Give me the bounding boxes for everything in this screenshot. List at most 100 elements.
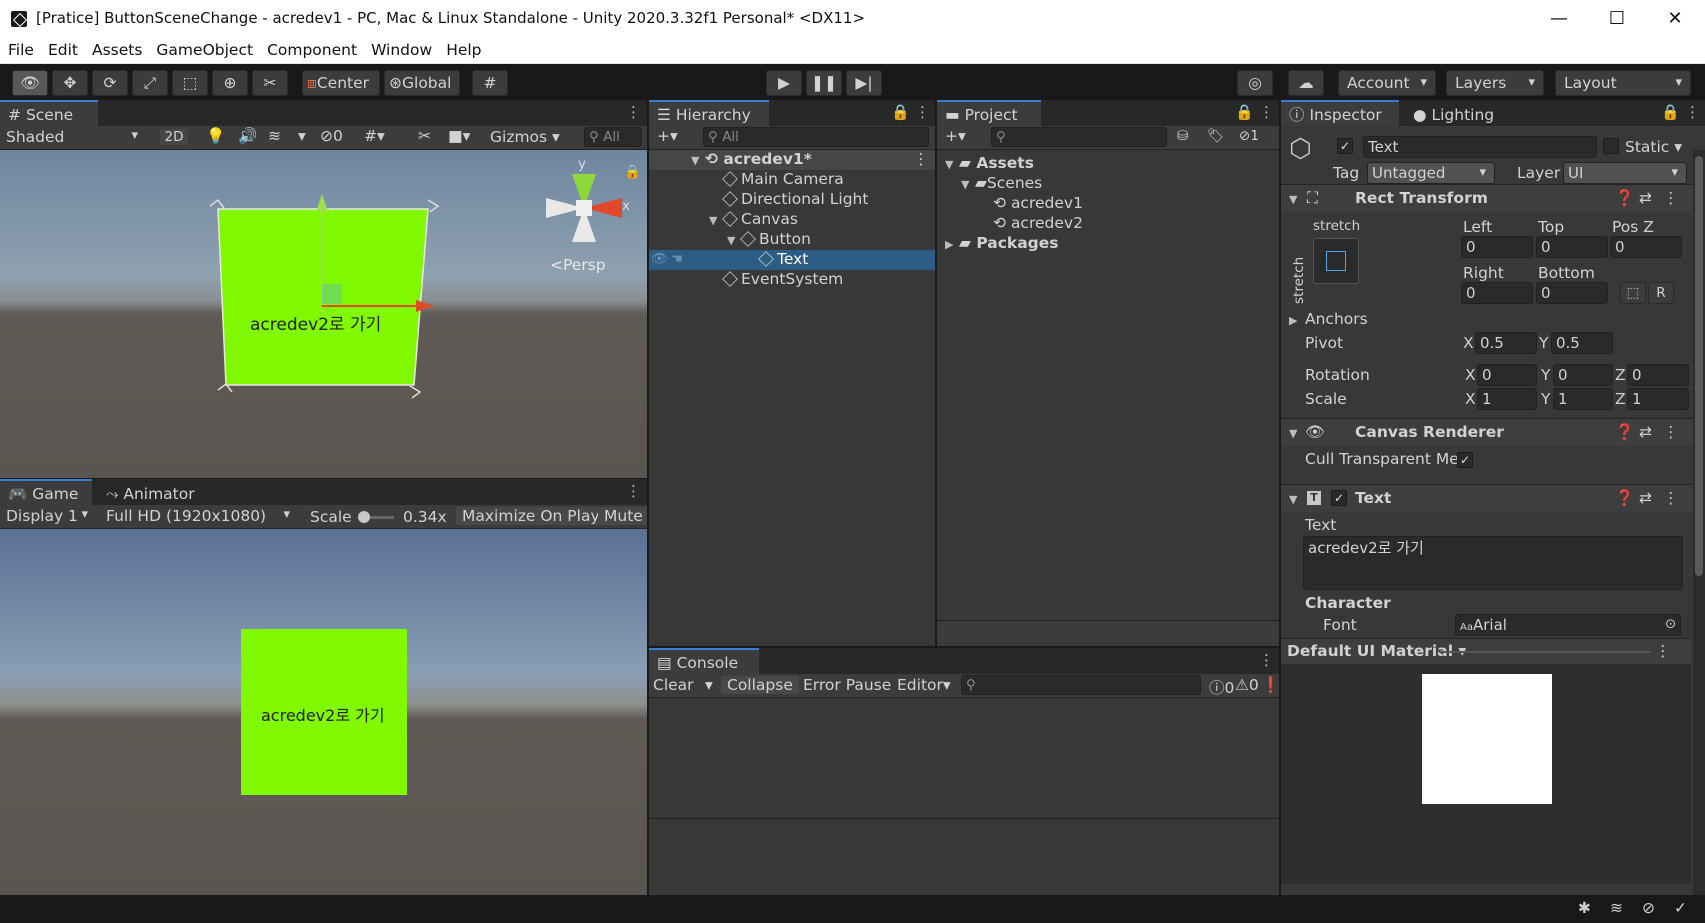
maximize-on-play-toggle[interactable]: Maximize On Play xyxy=(456,507,606,525)
bug-report-icon[interactable]: ✱ xyxy=(1578,899,1591,917)
pickable-hand-icon[interactable]: ☚ xyxy=(671,251,683,267)
posz-input[interactable]: 0 xyxy=(1610,236,1682,258)
hierarchy-row[interactable]: ▼ Button xyxy=(649,230,935,250)
expand-arrow-icon[interactable]: ▼ xyxy=(727,234,735,247)
mute-toggle[interactable]: Mute xyxy=(598,507,647,525)
clear-options-dropdown-icon[interactable]: ▾ xyxy=(705,676,713,694)
scene-search-input[interactable]: ⚲ All xyxy=(584,127,642,147)
scene-menu-icon[interactable]: ⋮ xyxy=(626,103,641,121)
hierarchy-row[interactable]: Main Camera xyxy=(649,170,935,190)
scale-x-input[interactable]: 1 xyxy=(1477,388,1537,410)
collapse-arrow-icon[interactable]: ▼ xyxy=(1289,193,1297,206)
gameobject-active-checkbox[interactable]: ✓ xyxy=(1337,138,1353,154)
play-button[interactable]: ▶ xyxy=(766,70,802,96)
hidden-packages-icon[interactable]: ⊘1 xyxy=(1239,128,1259,144)
info-filter-toggle[interactable]: ⓘ0 xyxy=(1209,676,1234,698)
inspector-lock-icon[interactable]: 🔒 xyxy=(1661,103,1680,121)
rotation-z-input[interactable]: 0 xyxy=(1627,364,1689,386)
menu-window[interactable]: Window xyxy=(363,38,438,59)
inspector-menu-icon[interactable]: ⋮ xyxy=(1685,103,1700,121)
component-menu-icon[interactable]: ⋮ xyxy=(1663,189,1679,207)
gameobject-name-input[interactable]: Text xyxy=(1363,136,1597,158)
rect-tool-icon[interactable]: ⬚ xyxy=(172,70,208,96)
top-input[interactable]: 0 xyxy=(1536,236,1608,258)
tools-icon[interactable]: ✂ xyxy=(418,127,431,145)
hierarchy-search-input[interactable]: ⚲ All xyxy=(703,127,929,147)
visibility-eye-icon[interactable]: 👁 xyxy=(651,251,668,267)
minimize-button[interactable]: — xyxy=(1530,0,1588,38)
warning-filter-toggle[interactable]: ⚠0 xyxy=(1235,676,1259,694)
project-create-button[interactable]: +▾ xyxy=(945,127,966,145)
project-folder-row[interactable]: ▶ ▰ Packages xyxy=(937,234,1279,254)
grid-snap-icon[interactable]: # xyxy=(472,70,508,96)
move-tool-icon[interactable]: ✥ xyxy=(52,70,88,96)
canvas-renderer-header[interactable]: ▼ 👁 Canvas Renderer ❓ ⇄ ⋮ xyxy=(1281,418,1705,446)
rect-handle-tl[interactable] xyxy=(209,198,225,209)
rect-transform-header[interactable]: ▼ ⛶ Rect Transform ❓ ⇄ ⋮ xyxy=(1281,184,1705,212)
rotate-tool-icon[interactable]: ⟳ xyxy=(92,70,128,96)
camera-icon[interactable]: ■▾ xyxy=(448,127,470,145)
tab-project[interactable]: ▬ Project xyxy=(937,100,1041,126)
menu-edit[interactable]: Edit xyxy=(40,38,84,59)
expand-arrow-icon[interactable]: ▼ xyxy=(961,178,969,191)
scale-y-input[interactable]: 1 xyxy=(1553,388,1613,410)
expand-arrow-icon[interactable]: ▼ xyxy=(945,158,953,171)
layout-dropdown[interactable]: Layout xyxy=(1555,70,1691,96)
2d-toggle[interactable]: 2D xyxy=(160,129,188,145)
custom-tool-icon[interactable]: ✂ xyxy=(252,70,288,96)
lighting-toggle-icon[interactable]: 💡 xyxy=(206,127,225,145)
menu-help[interactable]: Help xyxy=(438,38,487,59)
tag-dropdown[interactable]: Untagged xyxy=(1367,162,1495,184)
cull-transparent-checkbox[interactable]: ✓ xyxy=(1457,452,1473,468)
move-plane-handle[interactable] xyxy=(322,284,342,304)
static-dropdown[interactable]: Static ▾ xyxy=(1625,138,1682,156)
move-x-handle[interactable] xyxy=(416,300,434,312)
console-search-input[interactable]: ⚲ xyxy=(961,675,1201,695)
hierarchy-lock-icon[interactable]: 🔒 xyxy=(891,103,910,121)
auto-generate-lighting-icon[interactable]: ⊘ xyxy=(1642,899,1655,917)
project-lock-icon[interactable]: 🔒 xyxy=(1235,103,1254,121)
hierarchy-row[interactable]: EventSystem xyxy=(649,270,935,290)
tab-animator[interactable]: ⤳ Animator xyxy=(98,479,216,505)
tab-console[interactable]: ▤ Console xyxy=(649,648,759,674)
view-tool-eye-icon[interactable]: 👁 xyxy=(12,70,48,96)
cloud-icon[interactable]: ☁ xyxy=(1288,70,1324,96)
game-viewport[interactable]: acredev2로 가기 xyxy=(0,529,647,895)
rotation-x-input[interactable]: 0 xyxy=(1477,364,1537,386)
anchors-foldout[interactable]: Anchors xyxy=(1305,310,1368,328)
effects-toggle-icon[interactable]: ≋ xyxy=(268,127,281,145)
console-clear-button[interactable]: Clear xyxy=(653,676,694,694)
persp-label[interactable]: <Persp xyxy=(550,256,606,274)
error-pause-toggle[interactable]: Error Pause xyxy=(803,676,891,694)
scene-visibility-icon[interactable]: ⊘0 xyxy=(320,127,343,145)
tab-inspector[interactable]: ⓘ Inspector xyxy=(1281,100,1399,126)
account-dropdown[interactable]: Account xyxy=(1338,70,1436,96)
resolution-dropdown[interactable]: Full HD (1920x1080) xyxy=(106,507,298,525)
editor-dropdown[interactable]: Editor▾ xyxy=(897,676,951,694)
cache-server-icon[interactable]: ≋ xyxy=(1610,899,1623,917)
console-menu-icon[interactable]: ⋮ xyxy=(1259,651,1274,669)
anchors-expand-arrow-icon[interactable]: ▶ xyxy=(1289,314,1297,327)
audio-toggle-icon[interactable]: 🔊 xyxy=(238,127,257,145)
scale-tool-icon[interactable]: ⤢ xyxy=(132,70,168,96)
static-checkbox[interactable] xyxy=(1603,138,1619,154)
expand-arrow-icon[interactable]: ▼ xyxy=(709,214,717,227)
layer-dropdown[interactable]: UI xyxy=(1563,162,1687,184)
error-filter-toggle[interactable]: ❗0 xyxy=(1261,676,1279,694)
text-content-textarea[interactable]: acredev2로 가기 xyxy=(1303,536,1683,590)
lock-icon[interactable]: 🔒 xyxy=(624,164,641,180)
move-y-handle[interactable] xyxy=(316,194,328,212)
menu-assets[interactable]: Assets xyxy=(84,38,148,59)
inspector-scrollbar-thumb[interactable] xyxy=(1695,156,1703,576)
text-component-header[interactable]: ▼ T ✓ Text ❓ ⇄ ⋮ xyxy=(1281,484,1705,512)
project-menu-icon[interactable]: ⋮ xyxy=(1259,103,1274,121)
material-header[interactable]: Default UI Material ▾ ⋮ xyxy=(1281,638,1691,664)
menu-component[interactable]: Component xyxy=(259,38,363,59)
transform-tool-icon[interactable]: ⊕ xyxy=(212,70,248,96)
scene-row-menu-icon[interactable]: ⋮ xyxy=(913,150,929,168)
presets-icon[interactable]: ⇄ xyxy=(1639,489,1652,507)
collapse-toggle[interactable]: Collapse xyxy=(721,676,799,694)
scale-slider-thumb[interactable] xyxy=(358,511,370,523)
component-menu-icon[interactable]: ⋮ xyxy=(1663,423,1679,441)
pivot-center-toggle[interactable]: ⧈Center xyxy=(302,70,380,96)
